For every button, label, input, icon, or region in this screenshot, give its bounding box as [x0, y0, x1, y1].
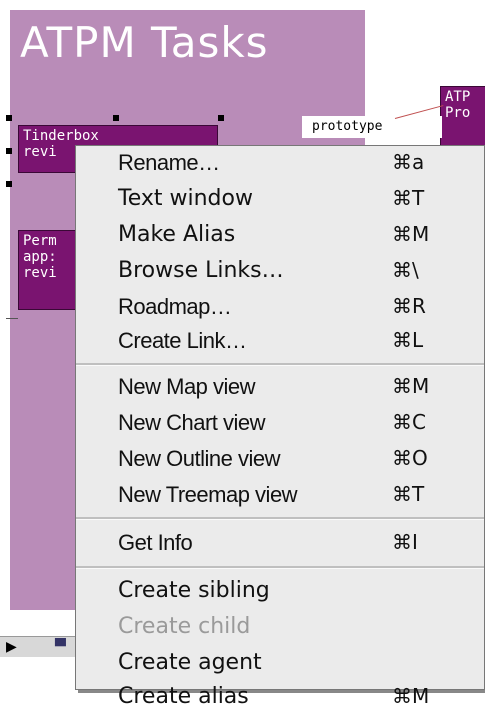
menu-item-label: Get Info	[118, 530, 193, 555]
context-menu[interactable]: Rename… ⌘a Text window ⌘T Make Alias ⌘M …	[75, 145, 485, 709]
menu-item-create-link[interactable]: Create Link… ⌘L	[76, 326, 484, 356]
prototype-link-label: prototype	[302, 116, 442, 138]
menu-item-create-sibling[interactable]: Create sibling	[76, 576, 484, 606]
menu-item-new-outline-view[interactable]: New Outline view ⌘O	[76, 444, 484, 474]
menu-item-label: Make Alias	[118, 222, 236, 247]
menu-item-shortcut: ⌘M	[392, 222, 430, 246]
selection-handle[interactable]	[113, 115, 119, 121]
menu-item-make-alias[interactable]: Make Alias ⌘M	[76, 220, 484, 250]
menu-separator	[76, 517, 484, 520]
menu-item-new-map-view[interactable]: New Map view ⌘M	[76, 372, 484, 402]
menu-item-label: Create child	[118, 614, 251, 639]
menu-item-shortcut: ⌘a	[392, 150, 425, 174]
menu-item-shortcut: ⌘M	[392, 374, 430, 398]
menu-item-get-info[interactable]: Get Info ⌘I	[76, 528, 484, 558]
menu-item-create-child: Create child	[76, 612, 484, 642]
note-perm[interactable]: Perm app: revi	[18, 230, 78, 310]
menu-item-text-window[interactable]: Text window ⌘T	[76, 184, 484, 214]
menu-item-shortcut: ⌘M	[392, 684, 430, 708]
menu-separator	[76, 363, 484, 366]
menu-item-label: Create Link…	[118, 328, 247, 353]
map-title: ATPM Tasks	[20, 18, 269, 67]
menu-item-label: New Chart view	[118, 410, 266, 435]
selection-handle[interactable]	[6, 115, 12, 121]
link-line	[6, 318, 18, 319]
selection-handle[interactable]	[6, 181, 12, 187]
menu-item-label: Create sibling	[118, 578, 270, 603]
menu-item-create-alias[interactable]: Create alias ⌘M	[76, 682, 484, 712]
scroll-right-arrow-icon[interactable]: ▶	[6, 637, 17, 657]
menu-separator	[76, 566, 484, 569]
menu-item-label: Create alias	[118, 684, 249, 709]
menu-item-label: Text window	[118, 186, 253, 211]
menu-item-new-chart-view[interactable]: New Chart view ⌘C	[76, 408, 484, 438]
menu-item-shortcut: ⌘\	[392, 258, 419, 282]
menu-item-browse-links[interactable]: Browse Links… ⌘\	[76, 256, 484, 286]
menu-item-shortcut: ⌘L	[392, 328, 424, 352]
menu-item-shortcut: ⌘T	[392, 186, 425, 210]
menu-item-label: Rename…	[118, 150, 220, 175]
menu-item-roadmap[interactable]: Roadmap… ⌘R	[76, 292, 484, 322]
note-atpm[interactable]: ATP Pro	[440, 86, 485, 146]
menu-item-label: Browse Links…	[118, 258, 284, 283]
menu-item-label: New Map view	[118, 374, 256, 399]
scroll-thumb-icon[interactable]: ▀	[55, 637, 66, 657]
menu-item-shortcut: ⌘O	[392, 446, 428, 470]
menu-item-shortcut: ⌘C	[392, 410, 426, 434]
menu-item-shortcut: ⌘T	[392, 482, 425, 506]
selection-handle[interactable]	[6, 148, 12, 154]
selection-handle[interactable]	[218, 115, 224, 121]
menu-item-label: New Outline view	[118, 446, 280, 471]
menu-item-shortcut: ⌘I	[392, 530, 418, 554]
menu-item-create-agent[interactable]: Create agent	[76, 648, 484, 678]
menu-item-label: Roadmap…	[118, 294, 232, 319]
menu-item-rename[interactable]: Rename… ⌘a	[76, 148, 484, 178]
menu-item-label: New Treemap view	[118, 482, 298, 507]
menu-item-new-treemap-view[interactable]: New Treemap view ⌘T	[76, 480, 484, 510]
menu-item-shortcut: ⌘R	[392, 294, 426, 318]
menu-item-label: Create agent	[118, 650, 262, 675]
